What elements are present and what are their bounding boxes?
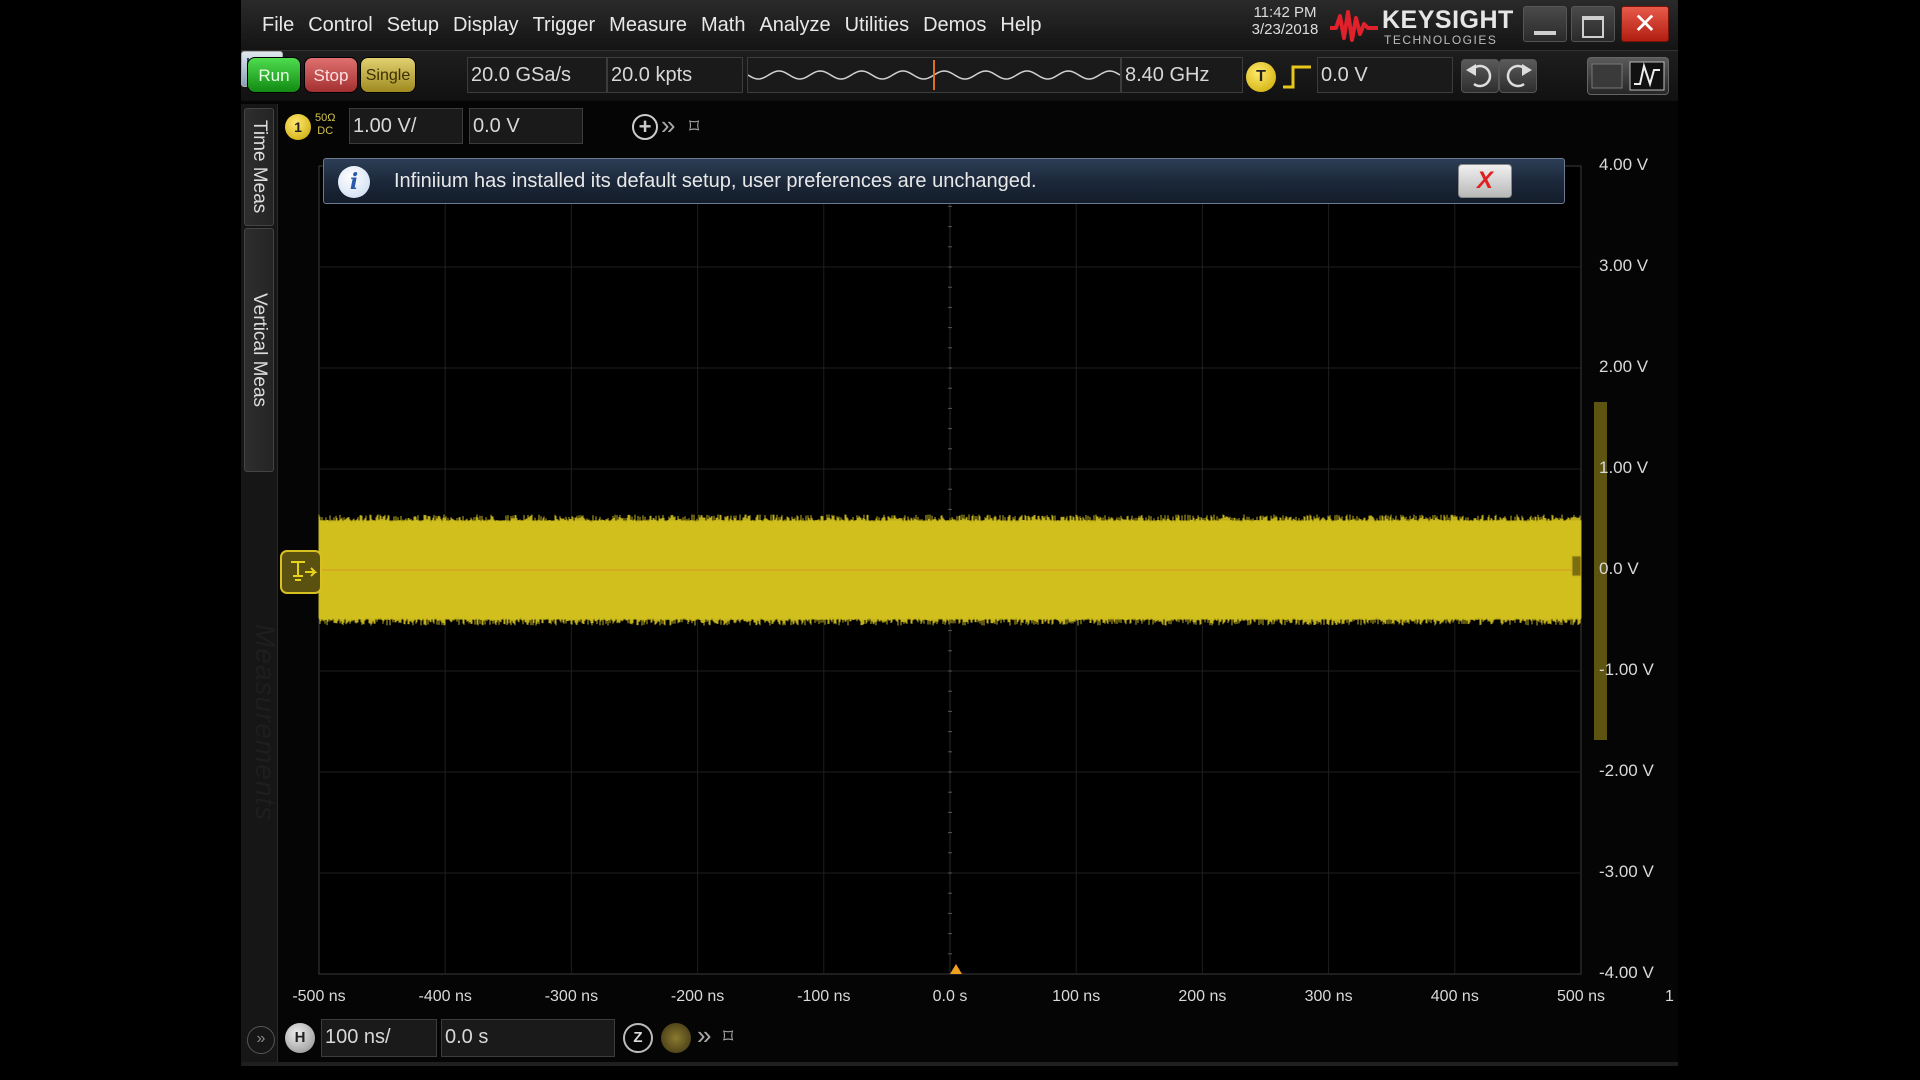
acquisition-toolbar: Run Stop Single 20.0 GSa/s 20.0 kpts 8.4…: [241, 51, 1678, 101]
more-channels-button[interactable]: »: [661, 110, 675, 141]
roll-mode-button[interactable]: [661, 1023, 691, 1053]
keysight-wave-icon: [1330, 10, 1378, 42]
x-label-5: 0.0 s: [932, 988, 968, 1005]
measurements-watermark: Measurements: [250, 624, 281, 822]
tab-time-meas[interactable]: Time Meas: [244, 108, 274, 226]
y-label-6: -2.00 V: [1599, 761, 1654, 780]
expand-panel-button[interactable]: »: [247, 1026, 275, 1054]
single-button[interactable]: Single: [360, 57, 416, 93]
x-label-1: -400 ns: [418, 988, 472, 1005]
x-label-7: 200 ns: [1178, 988, 1227, 1005]
corner-label: 1: [1665, 988, 1674, 1005]
memory-depth-field[interactable]: 20.0 kpts: [607, 57, 743, 93]
minimize-button[interactable]: [1523, 6, 1567, 42]
coupling-mode: DC: [317, 125, 334, 137]
clock: 11:42 PM 3/23/2018: [1225, 4, 1345, 38]
redo-icon: [1506, 64, 1532, 88]
stop-button[interactable]: Stop: [304, 57, 358, 93]
brand-name: KEYSIGHT: [1382, 6, 1514, 34]
minimize-icon: [1534, 31, 1556, 35]
channel-1-coupling[interactable]: 50Ω DC: [315, 112, 335, 138]
side-tabs: Time Meas Vertical Meas Measurements »: [241, 104, 281, 1066]
y-label-0: 4.00 V: [1599, 155, 1649, 174]
menu-bar: File Control Setup Display Trigger Measu…: [241, 0, 1678, 51]
undo-icon: [1466, 64, 1492, 88]
status-strip: [241, 1062, 1678, 1066]
horizontal-button[interactable]: H: [285, 1023, 315, 1053]
redo-button[interactable]: [1499, 59, 1537, 93]
notification-text: Infiniium has installed its default setu…: [394, 170, 1037, 192]
close-icon: ✕: [1633, 8, 1657, 39]
more-horizontal-button[interactable]: »: [697, 1020, 711, 1051]
menu-display[interactable]: Display: [446, 12, 526, 38]
clock-date: 3/23/2018: [1251, 21, 1319, 38]
channel-1-scale-field[interactable]: 1.00 V/: [349, 108, 463, 144]
waveform-area[interactable]: [318, 165, 1582, 975]
pin-channel-icon[interactable]: ⌑: [689, 114, 699, 139]
time-scale-field[interactable]: 100 ns/: [321, 1019, 437, 1057]
time-delay-field[interactable]: 0.0 s: [441, 1019, 615, 1057]
channel-1-range-bar: [1594, 402, 1607, 740]
sample-rate-field[interactable]: 20.0 GSa/s: [467, 57, 607, 93]
oscilloscope-app: File Control Setup Display Trigger Measu…: [241, 0, 1678, 1066]
clock-time: 11:42 PM: [1253, 4, 1317, 21]
y-label-5: -1.00 V: [1599, 660, 1654, 679]
main-menu: File Control Setup Display Trigger Measu…: [255, 12, 1049, 38]
channel-1-button[interactable]: 1: [285, 114, 311, 140]
menu-trigger[interactable]: Trigger: [526, 12, 603, 38]
trigger-button[interactable]: T: [1246, 62, 1276, 92]
display-mode-button[interactable]: [1587, 57, 1669, 95]
maximize-button[interactable]: [1571, 6, 1615, 42]
info-icon: i: [338, 166, 370, 198]
menu-setup[interactable]: Setup: [380, 12, 446, 38]
menu-utilities[interactable]: Utilities: [838, 12, 916, 38]
add-channel-button[interactable]: +: [632, 114, 658, 140]
x-label-9: 400 ns: [1430, 988, 1479, 1005]
y-label-1: 3.00 V: [1599, 256, 1649, 275]
brand-subtitle: TECHNOLOGIES: [1384, 33, 1498, 47]
menu-help[interactable]: Help: [993, 12, 1048, 38]
pin-horizontal-icon[interactable]: ⌑: [723, 1024, 733, 1049]
y-label-8: -4.00 V: [1599, 963, 1654, 982]
rising-edge-icon[interactable]: [1281, 63, 1313, 91]
menu-control[interactable]: Control: [301, 12, 379, 38]
menu-demos[interactable]: Demos: [916, 12, 993, 38]
y-label-3: 1.00 V: [1599, 458, 1649, 477]
trigger-level-field[interactable]: 0.0 V: [1317, 57, 1453, 93]
channel-1-controls: 1 50Ω DC 1.00 V/ 0.0 V + » ⌑: [279, 104, 719, 148]
menu-math[interactable]: Math: [694, 12, 752, 38]
x-label-10: 500 ns: [1556, 988, 1606, 1005]
menu-file[interactable]: File: [255, 12, 301, 38]
menu-analyze[interactable]: Analyze: [752, 12, 837, 38]
bandwidth-field[interactable]: 8.40 GHz: [1121, 57, 1243, 93]
channel-1-ground-marker[interactable]: [280, 550, 322, 594]
overview-wave-icon: [748, 60, 1120, 90]
horizontal-controls: H 100 ns/ 0.0 s Z » ⌑: [279, 1014, 733, 1060]
y-label-2: 2.00 V: [1599, 357, 1649, 376]
run-button[interactable]: Run: [247, 57, 301, 93]
x-label-6: 100 ns: [1052, 988, 1101, 1005]
x-label-8: 300 ns: [1304, 988, 1353, 1005]
channel-1-offset-field[interactable]: 0.0 V: [469, 108, 583, 144]
x-label-2: -300 ns: [544, 988, 599, 1005]
close-button[interactable]: ✕: [1621, 6, 1669, 42]
info-notification: i Infiniium has installed its default se…: [323, 158, 1565, 204]
y-label-4: 0.0 V: [1599, 559, 1639, 578]
zoom-button[interactable]: Z: [623, 1023, 653, 1053]
menu-measure[interactable]: Measure: [602, 12, 694, 38]
tab-vertical-meas[interactable]: Vertical Meas: [244, 228, 274, 472]
x-label-4: -100 ns: [797, 988, 851, 1005]
coupling-impedance: 50Ω: [315, 112, 336, 124]
x-label-0: -500 ns: [292, 988, 346, 1005]
waveform-overview[interactable]: [747, 57, 1121, 93]
waveform-view-icon: [1591, 61, 1665, 91]
restore-icon: [1582, 16, 1604, 38]
keysight-logo: KEYSIGHT TECHNOLOGIES: [1328, 4, 1513, 48]
dismiss-notification-button[interactable]: X: [1458, 164, 1512, 198]
undo-button[interactable]: [1461, 59, 1499, 93]
y-label-7: -3.00 V: [1599, 862, 1654, 881]
x-label-3: -200 ns: [670, 988, 725, 1005]
